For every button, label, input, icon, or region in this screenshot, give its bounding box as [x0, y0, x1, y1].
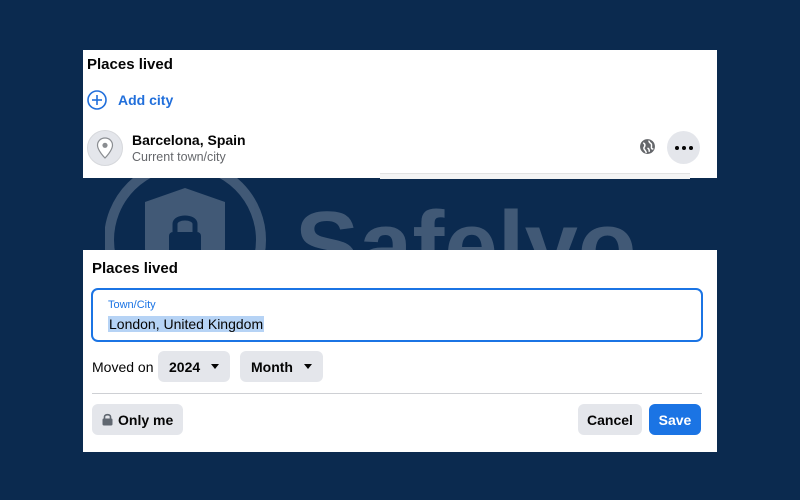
- caret-down-icon: [303, 364, 312, 369]
- divider: [92, 393, 702, 394]
- town-city-label: Town/City: [108, 299, 156, 311]
- dropdown-menu-edge: [380, 173, 690, 179]
- year-select-value: 2024: [169, 358, 201, 375]
- save-button[interactable]: Save: [649, 404, 701, 435]
- place-subtitle: Current town/city: [132, 150, 226, 164]
- privacy-label: Only me: [118, 411, 174, 428]
- globe-icon[interactable]: [639, 138, 656, 155]
- lock-icon: [102, 413, 113, 426]
- add-circle-icon: [87, 90, 107, 110]
- caret-down-icon: [211, 364, 220, 369]
- privacy-button[interactable]: Only me: [92, 404, 184, 435]
- town-city-input[interactable]: Town/City London, United Kingdom: [91, 288, 703, 342]
- more-options-button[interactable]: [667, 131, 700, 164]
- place-name: Barcelona, Spain: [132, 132, 246, 148]
- places-lived-card: Places lived Add city Barcelona, Spain C…: [83, 50, 717, 178]
- edit-place-card: Places lived Town/City London, United Ki…: [83, 250, 717, 452]
- month-select-value: Month: [251, 358, 293, 375]
- add-city-button[interactable]: Add city: [87, 90, 173, 110]
- more-options-icon: [674, 145, 693, 150]
- town-city-value[interactable]: London, United Kingdom: [108, 316, 265, 332]
- year-select[interactable]: 2024: [158, 351, 231, 382]
- cancel-button[interactable]: Cancel: [578, 404, 642, 435]
- add-city-label: Add city: [118, 92, 174, 108]
- moved-on-label: Moved on: [92, 359, 154, 375]
- location-pin-icon: [87, 130, 123, 166]
- month-select[interactable]: Month: [240, 351, 323, 382]
- place-item: Barcelona, Spain Current town/city: [87, 130, 713, 170]
- section-title: Places lived: [87, 56, 173, 73]
- section-title: Places lived: [92, 260, 178, 277]
